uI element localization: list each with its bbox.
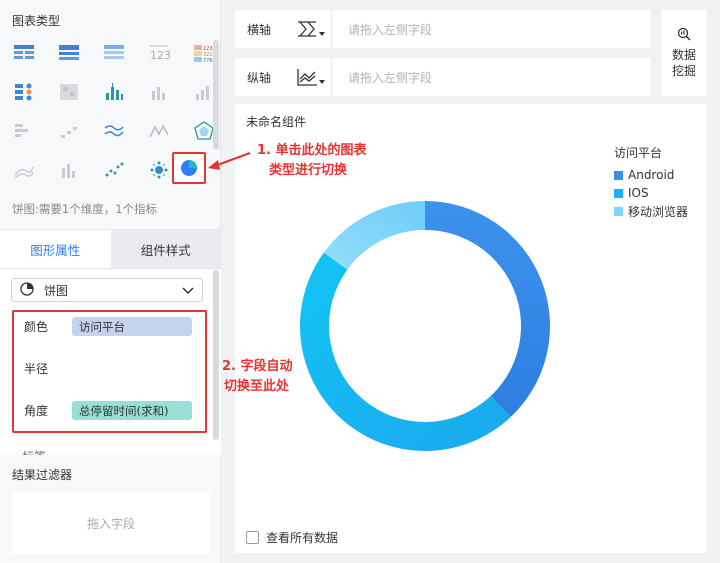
waterfall-icon[interactable] [100, 79, 128, 105]
legend-item-android[interactable]: Android [614, 166, 688, 184]
chart-legend: 访问平台 Android IOS 移动浏览器 [614, 144, 688, 220]
angle-field-chip[interactable]: 总停留时间(求和) [72, 401, 192, 420]
legend-title: 访问平台 [614, 146, 663, 160]
range-bar-icon[interactable] [10, 118, 38, 144]
properties-scrollbar[interactable] [213, 270, 219, 440]
chevron-down-icon [319, 32, 325, 36]
legend-swatch [614, 206, 623, 216]
y-axis-label: 纵轴 [246, 70, 271, 85]
angle-property-label: 角度 [24, 404, 49, 418]
legend-item-mobile-browser[interactable]: 移动浏览器 [614, 202, 688, 220]
step-bar-icon[interactable] [55, 118, 83, 144]
pie-slice-0[interactable] [425, 201, 550, 418]
property-fields-box: 颜色 访问平台 半径 角度 总停留时间(求和) [12, 310, 207, 433]
color-property-label: 颜色 [24, 320, 49, 334]
legend-swatch [614, 188, 623, 198]
legend-swatch [614, 170, 623, 180]
data-mining-label-1: 数据 [671, 48, 696, 62]
data-mining-label-2: 挖掘 [671, 64, 696, 78]
annotation-step1-line1: 1. 单击此处的图表 [257, 143, 367, 158]
chart-type-select[interactable]: 饼图 [11, 278, 203, 302]
annotation-step1-line2: 类型进行切换 [269, 163, 348, 178]
x-axis-label: 横轴 [246, 22, 271, 37]
legend-item-ios[interactable]: IOS [614, 184, 688, 202]
y-axis-line-icon [297, 69, 317, 86]
annotation-step2: 2. 字段自动 切换至此处 [222, 357, 293, 397]
left-panel: 图表类型 123 123 321 776 饼图:需要1个维度，1个指标 图形属性… [0, 0, 221, 563]
tab-component-style[interactable]: 组件样式 [110, 230, 221, 268]
line-chart-icon[interactable] [100, 118, 128, 144]
x-axis-dropzone[interactable]: 请拖入左侧字段 [331, 10, 651, 48]
tab-graphic-properties[interactable]: 图形属性 [0, 230, 111, 268]
properties-panel: 饼图 颜色 访问平台 半径 角度 总停留时间(求和) 标签 [0, 270, 221, 455]
kpi-number-icon[interactable]: 123 [145, 40, 173, 66]
annotation-step2-line1: 2. 字段自动 [222, 359, 293, 374]
data-mining-icon [677, 27, 691, 41]
crosstab-icon[interactable] [55, 40, 83, 66]
legend-label: 移动浏览器 [628, 204, 689, 219]
result-filter-dropzone[interactable]: 拖入字段 [12, 492, 210, 554]
chart-type-scrollbar[interactable] [213, 40, 219, 150]
y-axis-row: 纵轴 请拖入左侧字段 [235, 58, 651, 96]
x-axis-row: 横轴 请拖入左侧字段 [235, 10, 651, 48]
data-mining-button[interactable]: 数据 挖掘 [661, 10, 707, 96]
area-chart-icon[interactable] [10, 157, 38, 183]
heatmap-icon[interactable] [55, 79, 83, 105]
pie-chart-icon[interactable] [172, 152, 206, 184]
stacked-bar-icon[interactable] [145, 79, 173, 105]
chart-type-select-value: 饼图 [44, 283, 69, 298]
chevron-down-icon [319, 80, 325, 84]
annotation-step1: 1. 单击此处的图表 类型进行切换 [257, 141, 367, 181]
svg-text:123: 123 [150, 49, 171, 62]
list-kpi-icon[interactable] [10, 79, 38, 105]
svg-text:776: 776 [203, 58, 213, 64]
property-tabs: 图形属性 组件样式 [0, 229, 221, 269]
color-field-chip[interactable]: 访问平台 [72, 317, 192, 336]
legend-label: Android [628, 168, 675, 182]
pie-slice-1[interactable] [299, 252, 511, 452]
scatter-chart-icon[interactable] [100, 157, 128, 183]
annotation-step2-line2: 切换至此处 [224, 379, 290, 394]
chart-type-title: 图表类型 [12, 14, 61, 28]
chevron-down-icon [182, 284, 194, 299]
x-axis-zigzag-icon [298, 21, 316, 37]
x-axis-type-button[interactable] [283, 10, 331, 48]
show-all-label: 查看所有数据 [266, 531, 339, 545]
detail-table-icon[interactable] [100, 40, 128, 66]
bubble-chart-icon[interactable] [145, 157, 173, 183]
result-filter-title: 结果过滤器 [12, 468, 73, 482]
chart-type-hint: 饼图:需要1个维度，1个指标 [12, 202, 158, 216]
label-property-label: 标签 [22, 448, 46, 455]
combo-bar-icon[interactable] [55, 157, 83, 183]
polyline-icon[interactable] [145, 118, 173, 144]
pie-chart-icon [20, 281, 34, 299]
show-all-checkbox[interactable] [246, 531, 259, 544]
pie-slice-2[interactable] [323, 201, 425, 270]
y-axis-type-button[interactable] [283, 58, 331, 96]
y-axis-dropzone[interactable]: 请拖入左侧字段 [331, 58, 651, 96]
table-chart-icon[interactable] [10, 40, 38, 66]
legend-label: IOS [628, 186, 649, 200]
radius-property-label: 半径 [24, 362, 49, 376]
show-all-data-toggle[interactable]: 查看所有数据 [246, 529, 338, 546]
